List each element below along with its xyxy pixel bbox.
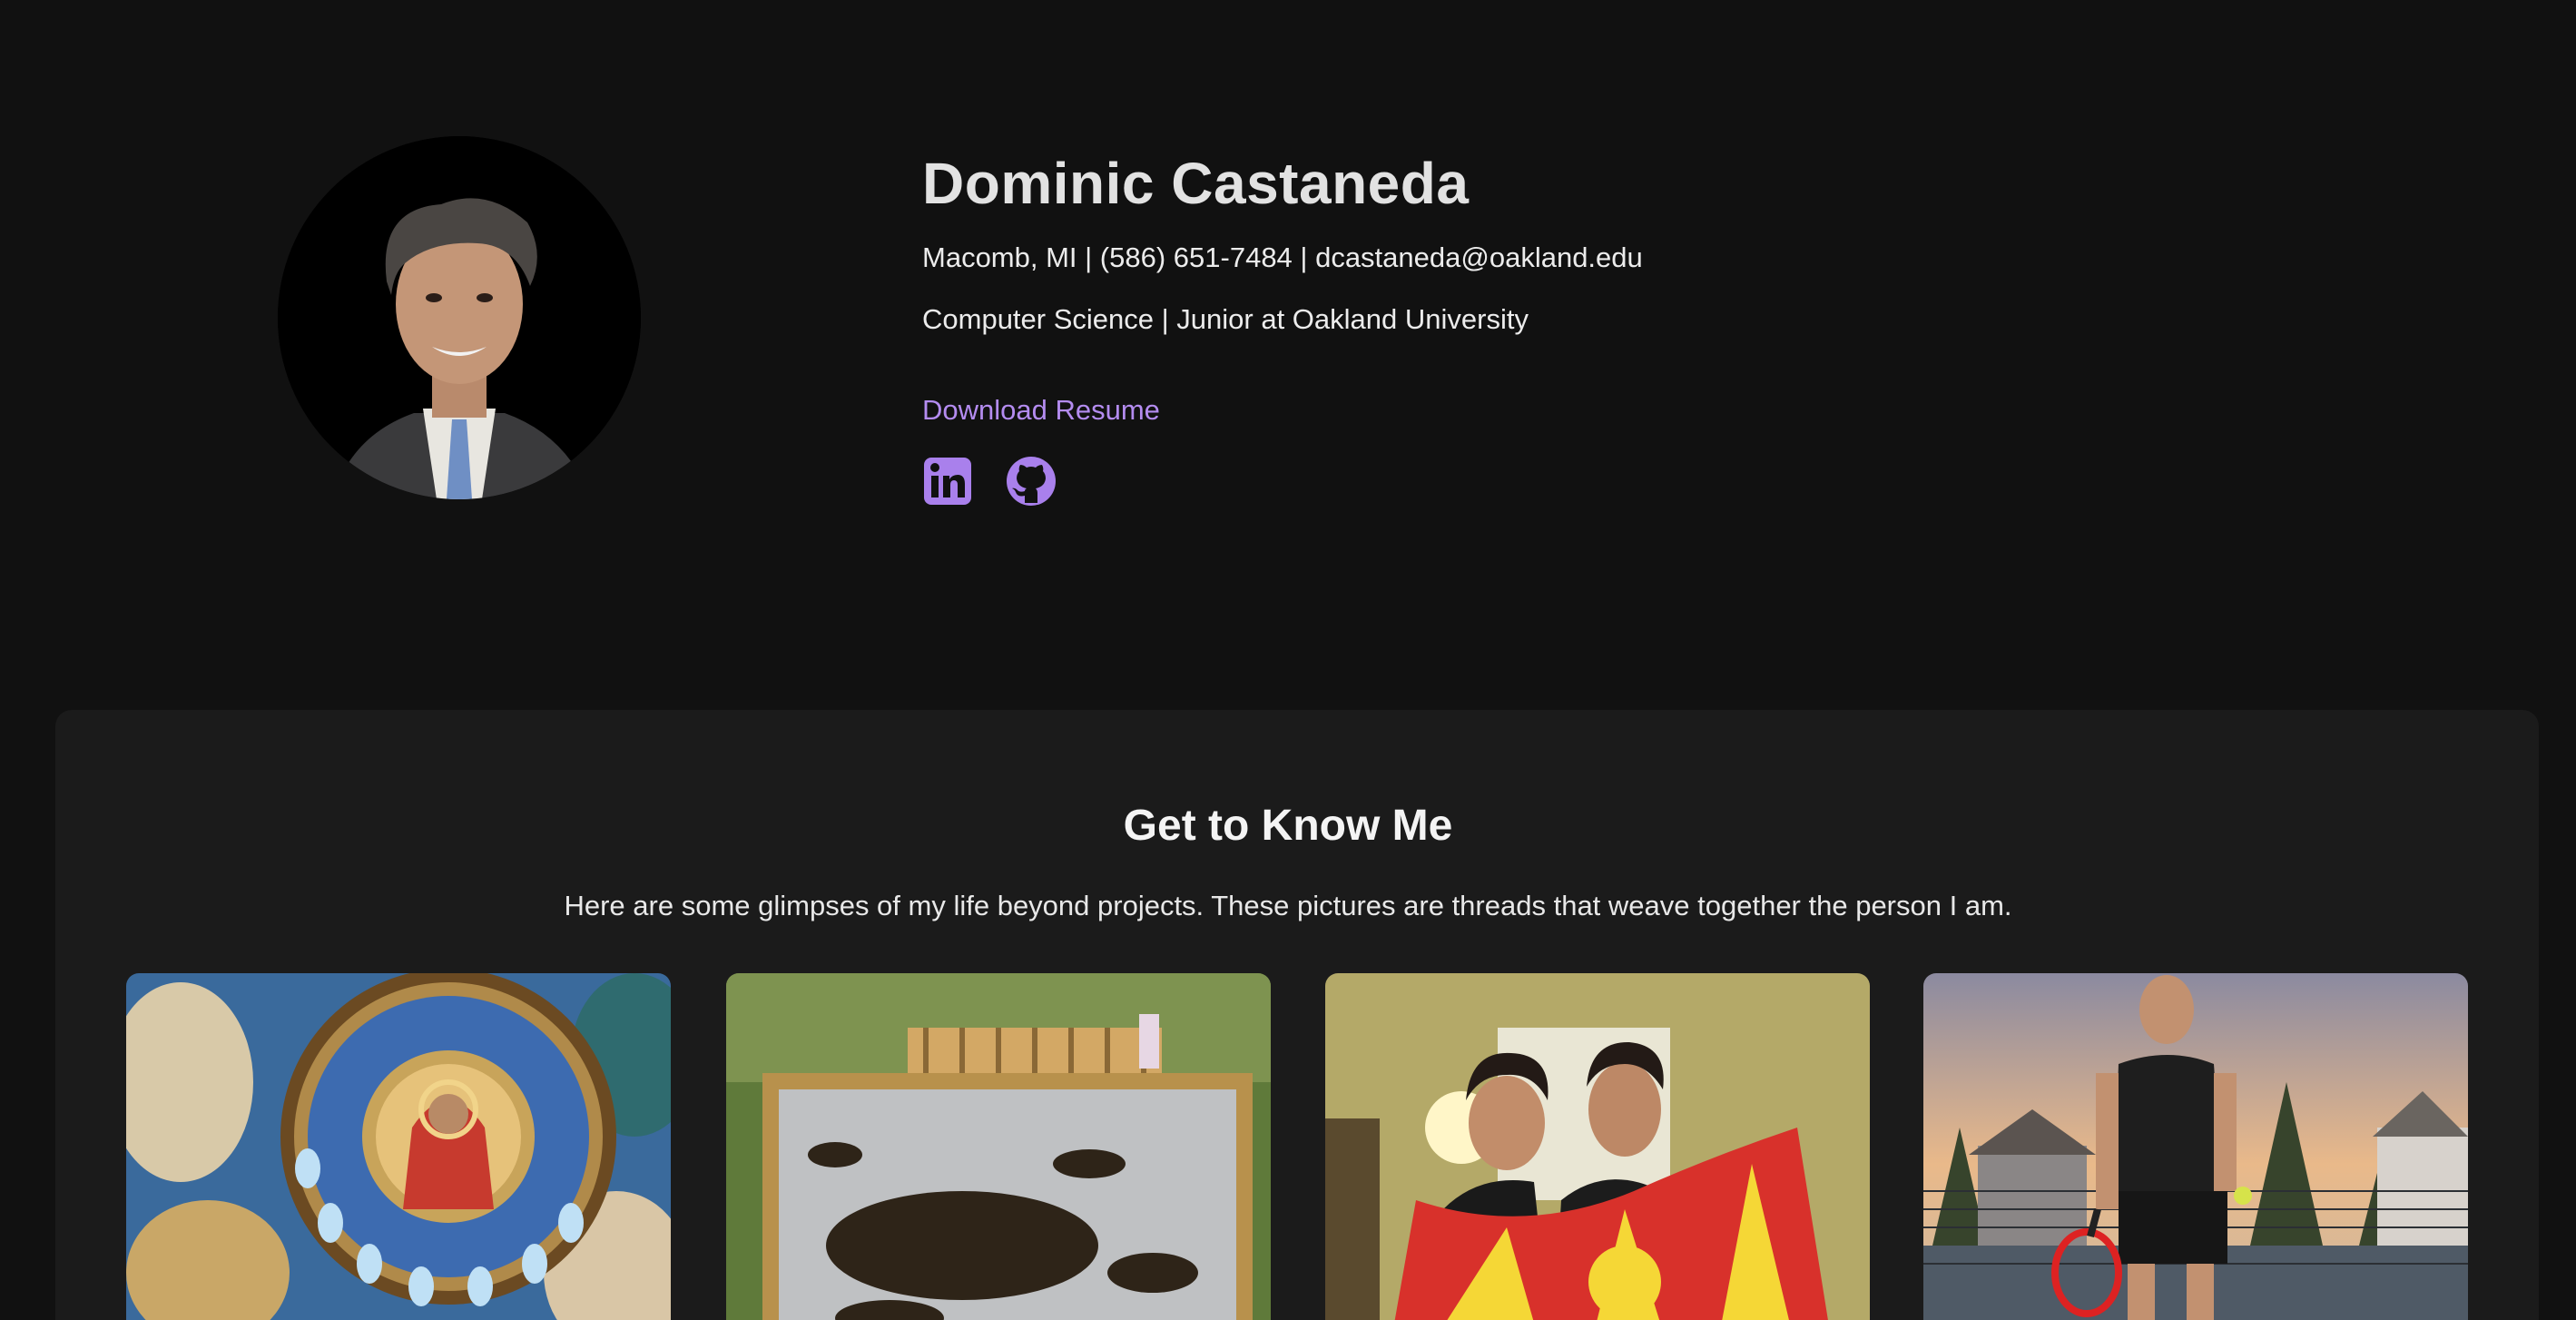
photo-friends-flag[interactable]	[1325, 973, 1870, 1320]
section-title: Get to Know Me	[1123, 802, 1453, 850]
photo-church-dome[interactable]	[126, 973, 671, 1320]
avatar	[278, 136, 641, 499]
profile-info: Dominic Castaneda Macomb, MI | (586) 651…	[922, 145, 1643, 507]
contact-line: Macomb, MI | (586) 651-7484 | dcastaneda…	[922, 241, 1643, 273]
section-subtitle: Here are some glimpses of my life beyond…	[564, 890, 2012, 921]
page: Dominic Castaneda Macomb, MI | (586) 651…	[0, 0, 2576, 1320]
photo-tennis[interactable]	[1923, 973, 2468, 1320]
social-links	[922, 456, 1643, 507]
portrait-photo	[278, 136, 641, 499]
linkedin-icon[interactable]	[922, 456, 973, 507]
github-icon[interactable]	[1006, 456, 1057, 507]
profile-name: Dominic Castaneda	[922, 151, 1470, 216]
download-resume-link[interactable]: Download Resume	[922, 392, 1160, 429]
study-line: Computer Science | Junior at Oakland Uni…	[922, 303, 1529, 335]
photo-beehive[interactable]	[726, 973, 1271, 1320]
